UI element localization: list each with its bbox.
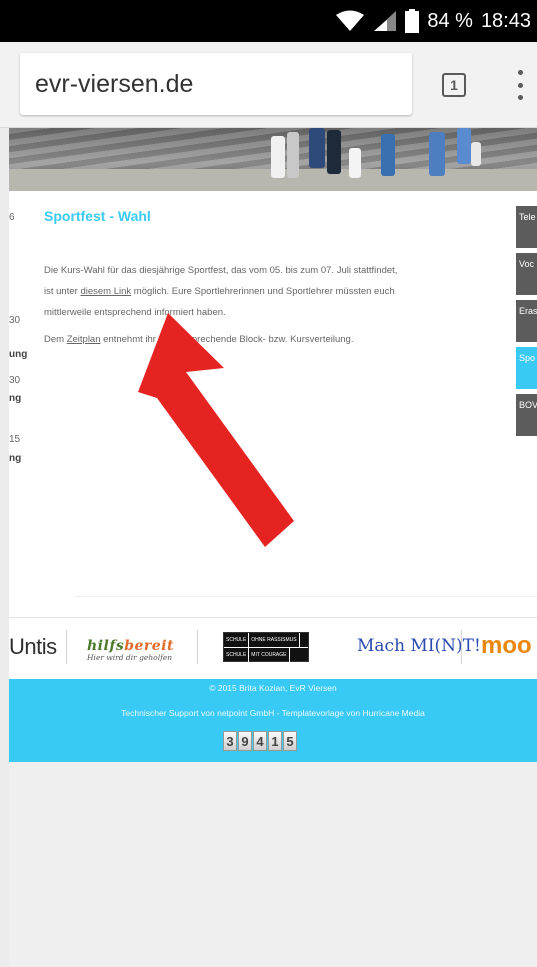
mach-mint-logo[interactable]: Mach MI(N)T! xyxy=(357,636,481,656)
web-page: 6 30 ung 30 ng 15 ng Sportfest - Wahl Die Kurs… xyxy=(0,128,537,967)
side-tab-spo[interactable]: Spo xyxy=(516,347,537,389)
page-gutter xyxy=(0,128,9,967)
article-title[interactable]: Sportfest - Wahl xyxy=(44,208,151,224)
schule-ohne-rassismus-logo[interactable]: SCHULE OHNE RASSISMUS SCHULE MIT COURAGE xyxy=(223,632,309,662)
counter-digit: 1 xyxy=(268,731,282,751)
battery-icon xyxy=(405,9,420,33)
untis-logo[interactable]: Untis xyxy=(9,634,57,660)
browser-toolbar: evr-viersen.de 1 xyxy=(0,42,537,128)
status-icons: 84 % 18:43 xyxy=(335,8,531,34)
page-empty-area xyxy=(9,762,537,967)
site-footer: © 2015 Brita Kozian, EvR Viersen Technis… xyxy=(9,679,537,762)
side-tab-bov[interactable]: BOV xyxy=(516,394,537,436)
moodle-logo[interactable]: moo xyxy=(481,632,532,660)
url-field[interactable]: evr-viersen.de xyxy=(20,53,412,115)
sidebar-date-fragment: ung xyxy=(9,349,28,360)
overflow-menu-icon[interactable] xyxy=(510,70,530,100)
wifi-icon xyxy=(336,10,365,31)
counter-digit: 9 xyxy=(238,731,252,751)
visitor-counter: 39415 xyxy=(223,731,297,751)
sidebar-date-fragment: 15 xyxy=(9,434,21,445)
footer-support: Technischer Support von netpoint GmbH - … xyxy=(121,708,425,718)
counter-digit: 4 xyxy=(253,731,267,751)
sidebar-date-fragment: 30 xyxy=(9,315,21,326)
counter-digit: 5 xyxy=(283,731,297,751)
hilfsbereit-logo[interactable]: hilfsbereit Hier wird dir geholfen xyxy=(87,638,174,662)
article-paragraph-1: Die Kurs-Wahl für das diesjährige Sportf… xyxy=(44,265,398,318)
battery-percent: 84 % xyxy=(427,9,473,32)
hero-image xyxy=(9,128,537,191)
divider xyxy=(75,596,537,597)
status-bar: 84 % 18:43 xyxy=(0,0,537,42)
side-tab-voc[interactable]: Voc xyxy=(516,253,537,295)
sidebar-date-fragment: 30 xyxy=(9,375,21,386)
clock: 18:43 xyxy=(480,9,531,32)
diesem-link-link[interactable]: diesem Link xyxy=(80,286,131,297)
tab-switcher-button[interactable]: 1 xyxy=(442,73,466,97)
side-tab-eras[interactable]: Eras xyxy=(516,300,537,342)
side-tab-tele[interactable]: Tele xyxy=(516,206,537,248)
counter-digit: 3 xyxy=(223,731,237,751)
footer-copyright: © 2015 Brita Kozian, EvR Viersen xyxy=(209,683,337,693)
sidebar-date-fragment: ng xyxy=(9,453,22,464)
article-paragraph-2: Dem Zeitplan entnehmt ihr die entspreche… xyxy=(44,334,354,345)
cell-signal-icon xyxy=(374,11,397,31)
zeitplan-link[interactable]: Zeitplan xyxy=(67,334,101,345)
partner-logos: Untis hilfsbereit Hier wird dir geholfen… xyxy=(9,618,537,678)
sidebar-date-fragment: ng xyxy=(9,393,22,404)
sidebar-date-fragment: 6 xyxy=(9,212,15,223)
